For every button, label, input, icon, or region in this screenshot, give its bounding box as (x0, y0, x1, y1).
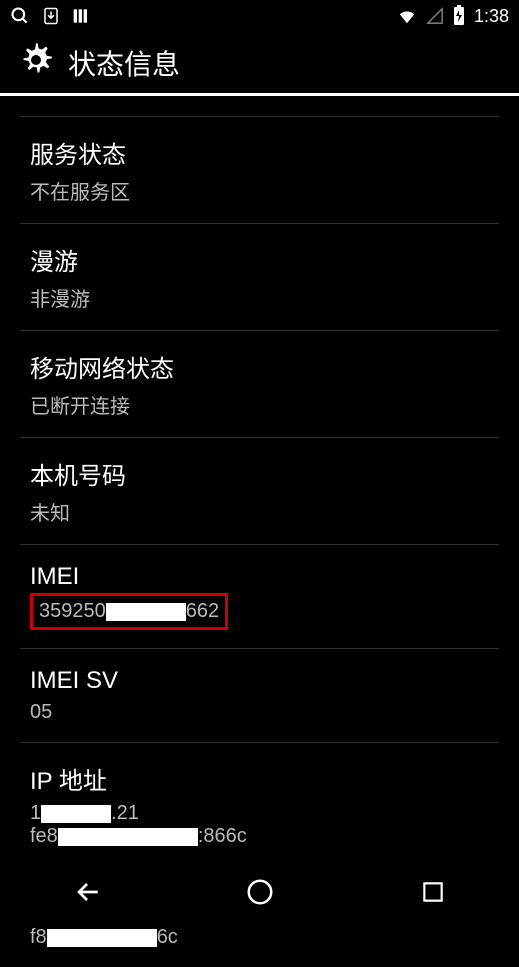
redacted-segment (41, 805, 111, 823)
list-item-imei-sv[interactable]: IMEI SV 05 (20, 649, 499, 743)
list-item-roaming[interactable]: 漫游 非漫游 (20, 224, 499, 331)
redacted-segment (47, 929, 157, 947)
item-value: 非漫游 (30, 283, 489, 312)
download-icon (42, 7, 60, 25)
item-title: 本机号码 (30, 456, 489, 491)
redacted-segment (106, 603, 186, 621)
item-value: 1.21 fe8:866c (30, 802, 489, 848)
navigation-bar (0, 862, 519, 922)
app-header: 状态信息 (0, 32, 519, 96)
list-item-imei[interactable]: IMEI 359250662 (20, 545, 499, 649)
home-button[interactable] (240, 872, 280, 912)
item-value: f86c (30, 926, 489, 949)
item-title: IMEI (30, 563, 489, 591)
gear-icon (16, 40, 56, 85)
item-title: 服务状态 (30, 135, 489, 170)
wifi-icon (396, 7, 418, 25)
back-button[interactable] (67, 872, 107, 912)
item-value: 不在服务区 (30, 176, 489, 205)
settings-list: 服务状态 不在服务区 漫游 非漫游 移动网络状态 已断开连接 本机号码 未知 I… (0, 116, 519, 967)
list-item-ip-address[interactable]: IP 地址 1.21 fe8:866c (20, 743, 499, 867)
list-item-phone-number[interactable]: 本机号码 未知 (20, 438, 499, 545)
page-title: 状态信息 (68, 43, 180, 83)
list-item-mobile-network[interactable]: 移动网络状态 已断开连接 (20, 331, 499, 438)
bars-icon (72, 7, 92, 25)
status-bar: 1:38 (0, 0, 519, 32)
search-icon (10, 6, 30, 26)
battery-charging-icon (452, 5, 466, 27)
item-value: 359250662 (39, 600, 219, 622)
recent-apps-button[interactable] (413, 872, 453, 912)
item-title: 移动网络状态 (30, 349, 489, 384)
item-title: 漫游 (30, 242, 489, 277)
item-title: IP 地址 (30, 761, 489, 796)
signal-icon (426, 7, 444, 25)
list-item-service-status[interactable]: 服务状态 不在服务区 (20, 116, 499, 224)
item-value: 05 (30, 701, 489, 724)
item-value: 已断开连接 (30, 390, 489, 419)
redacted-segment (58, 828, 198, 846)
clock-time: 1:38 (474, 6, 509, 27)
item-title: IMEI SV (30, 667, 489, 695)
item-value: 未知 (30, 497, 489, 526)
highlight-box: 359250662 (30, 593, 228, 630)
